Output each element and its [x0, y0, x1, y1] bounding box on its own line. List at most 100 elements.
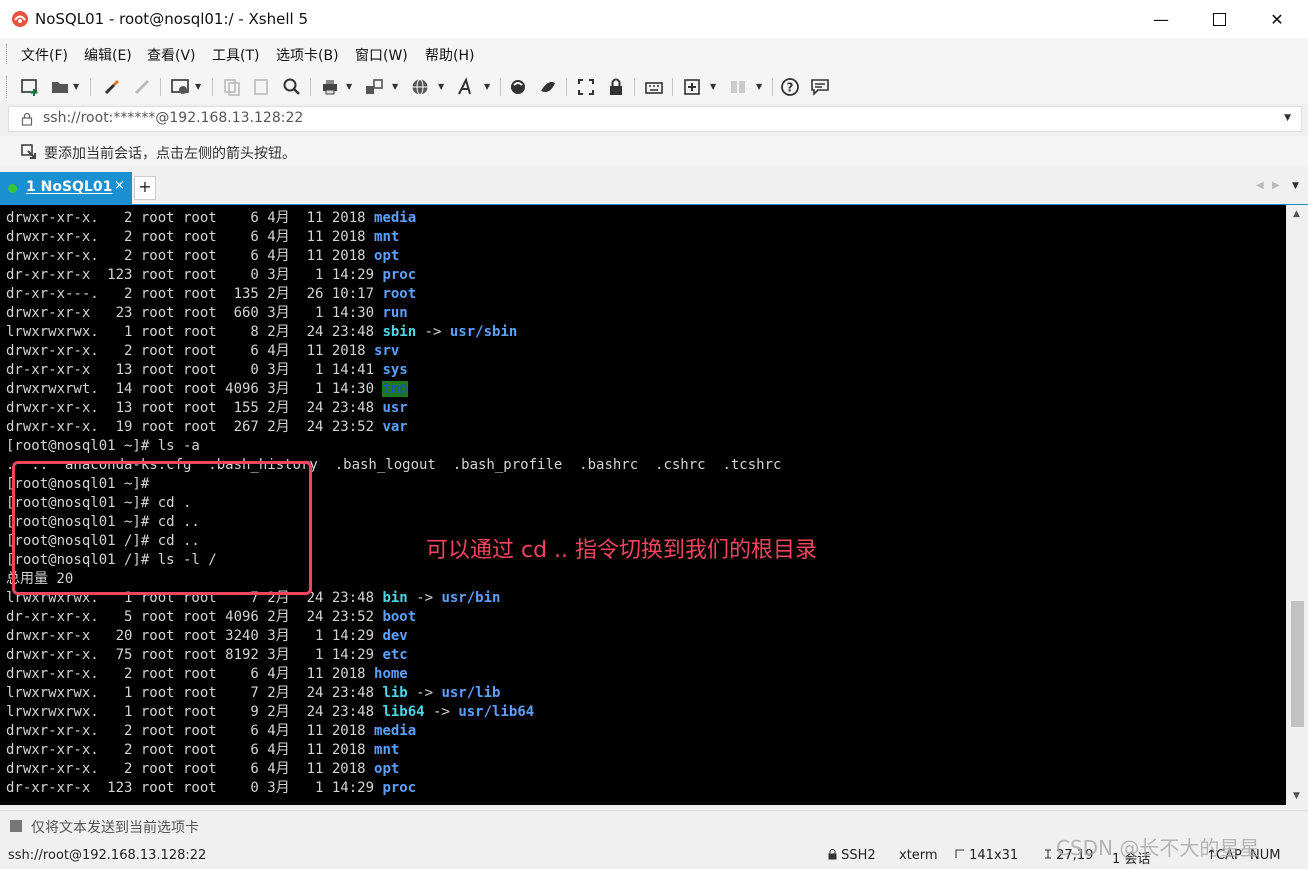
toolbar-grip — [6, 76, 10, 98]
transfer-icon[interactable] — [364, 77, 384, 97]
scroll-down-icon[interactable]: ▼ — [1293, 791, 1300, 801]
menu-window[interactable]: 窗口(W) — [355, 45, 408, 65]
fullscreen-icon[interactable] — [576, 77, 596, 97]
tab-scroll-left-icon[interactable]: ◀ — [1256, 180, 1264, 191]
connect-icon[interactable] — [102, 77, 122, 97]
terminal-line-text: lrwxrwxrwx. 1 root root 7 2月 24 23:48 — [6, 685, 383, 701]
terminal-line-text: drwxr-xr-x. 75 root root 8192 3月 1 14:29 — [6, 647, 383, 663]
open-folder-icon[interactable] — [50, 77, 70, 97]
hint-text: 要添加当前会话，点击左侧的箭头按钮。 — [44, 146, 296, 162]
terminal-scrollbar[interactable]: ▲ ▼ — [1287, 205, 1308, 805]
keyboard-icon[interactable] — [644, 77, 664, 97]
terminal-line: dr-xr-xr-x 123 root root 0 3月 1 14:29 pr… — [6, 266, 416, 285]
watermark: CSDN @长不大的星星 — [1056, 836, 1260, 860]
close-window-button[interactable]: ✕ — [1248, 0, 1306, 38]
directory-name: tmp — [382, 381, 408, 397]
terminal-line: drwxr-xr-x 23 root root 660 3月 1 14:30 r… — [6, 304, 408, 323]
session-properties-icon[interactable] — [170, 77, 190, 97]
tab-scroll-right-icon[interactable]: ▶ — [1272, 180, 1280, 191]
toolbar-separator — [772, 78, 773, 96]
open-dropdown-icon[interactable]: ▼ — [73, 82, 79, 91]
terminal-line-text: drwxr-xr-x. 2 root root 6 4月 11 2018 — [6, 761, 375, 777]
terminal-line: drwxr-xr-x. 2 root root 6 4月 11 2018 srv — [6, 342, 399, 361]
font-dropdown-icon[interactable]: ▼ — [484, 82, 490, 91]
toolbar-separator — [634, 78, 635, 96]
address-bar[interactable]: ssh://root:******@192.168.13.128:22 ▼ — [8, 106, 1302, 132]
send-bar-text[interactable]: 仅将文本发送到当前选项卡 — [31, 817, 199, 837]
disconnect-icon[interactable] — [132, 77, 152, 97]
tab-list-dropdown-icon[interactable]: ▼ — [1292, 181, 1299, 191]
status-protocol-text: SSH2 — [841, 848, 876, 863]
globe-icon[interactable] — [410, 77, 430, 97]
directory-name: proc — [382, 267, 417, 283]
send-menu-icon[interactable] — [10, 820, 22, 832]
terminal-line: drwxr-xr-x. 2 root root 6 4月 11 2018 mnt — [6, 741, 399, 760]
add-tab-dropdown-icon[interactable]: ▼ — [710, 82, 716, 91]
scroll-thumb[interactable] — [1291, 601, 1304, 727]
maximize-button[interactable] — [1190, 0, 1248, 38]
terminal-line-text: drwxr-xr-x. 13 root root 155 2月 24 23:48 — [6, 400, 383, 416]
globe-dropdown-icon[interactable]: ▼ — [438, 82, 444, 91]
xftp-icon[interactable] — [508, 77, 528, 97]
menu-tabs[interactable]: 选项卡(B) — [276, 45, 339, 65]
paste-icon[interactable] — [252, 77, 272, 97]
directory-name: run — [382, 305, 408, 321]
print-dropdown-icon[interactable]: ▼ — [346, 82, 352, 91]
menu-edit[interactable]: 编辑(E) — [84, 45, 132, 65]
menu-file[interactable]: 文件(F) — [21, 45, 68, 65]
layout-icon[interactable] — [728, 77, 748, 97]
status-connection: ssh://root@192.168.13.128:22 — [8, 848, 207, 863]
terminal-line: lrwxrwxrwx. 1 root root 7 2月 24 23:48 li… — [6, 684, 500, 703]
directory-name: mnt — [374, 742, 400, 758]
symlink-arrow: -> — [407, 685, 442, 701]
address-dropdown-icon[interactable]: ▼ — [1284, 113, 1291, 123]
copy-icon[interactable] — [222, 77, 242, 97]
new-tab-button[interactable]: + — [134, 176, 156, 200]
menu-bar: 文件(F) 编辑(E) 查看(V) 工具(T) 选项卡(B) 窗口(W) 帮助(… — [0, 38, 1308, 68]
scroll-up-icon[interactable]: ▲ — [1293, 209, 1300, 219]
font-icon[interactable] — [456, 77, 476, 97]
toolbar-separator — [90, 78, 91, 96]
tab-close-icon[interactable]: × — [114, 178, 125, 193]
tab-nosql01[interactable]: 1 NoSQL01 × — [0, 172, 132, 204]
minimize-button[interactable]: — — [1132, 0, 1190, 38]
new-session-icon[interactable] — [20, 77, 40, 97]
symlink-target: usr/lib — [441, 685, 501, 701]
toolbar: ▼ ▼ ▼ ▼ ▼ ▼ ▼ ▼ ? — [0, 68, 1308, 104]
terminal-line: drwxr-xr-x. 75 root root 8192 3月 1 14:29… — [6, 646, 408, 665]
symlink-name: lib — [382, 685, 408, 701]
tab-label[interactable]: 1 NoSQL01 — [26, 179, 112, 195]
connected-status-icon — [8, 184, 17, 193]
chat-icon[interactable] — [810, 77, 830, 97]
menu-help[interactable]: 帮助(H) — [425, 45, 474, 65]
terminal-line-text: [root@nosql01 ~]# ls -a — [6, 438, 200, 454]
add-session-arrow-icon[interactable] — [20, 143, 38, 161]
transfer-dropdown-icon[interactable]: ▼ — [392, 82, 398, 91]
annotation-text: 可以通过 cd .. 指令切换到我们的根目录 — [426, 538, 818, 563]
xmanager-icon[interactable] — [538, 77, 558, 97]
menu-grip — [6, 44, 10, 64]
symlink-name: lib64 — [382, 704, 425, 720]
terminal-line-text: drwxrwxrwt. 14 root root 4096 3月 1 14:30 — [6, 381, 383, 397]
add-tab-icon[interactable] — [682, 77, 702, 97]
menu-tools[interactable]: 工具(T) — [212, 45, 259, 65]
close-icon: ✕ — [1270, 9, 1284, 29]
print-icon[interactable] — [320, 77, 340, 97]
find-icon[interactable] — [282, 77, 302, 97]
terminal-line: drwxr-xr-x. 2 root root 6 4月 11 2018 hom… — [6, 665, 408, 684]
help-icon[interactable]: ? — [780, 77, 800, 97]
symlink-target: usr/sbin — [449, 324, 518, 340]
lock-icon — [828, 849, 837, 860]
terminal-line: lrwxrwxrwx. 1 root root 8 2月 24 23:48 sb… — [6, 323, 517, 342]
lock-screen-icon[interactable] — [606, 77, 626, 97]
layout-dropdown-icon[interactable]: ▼ — [756, 82, 762, 91]
directory-name: usr — [382, 400, 408, 416]
status-protocol: SSH2 — [828, 848, 876, 863]
xshell-logo-icon — [12, 11, 28, 27]
cursor-position-icon — [1045, 849, 1051, 859]
directory-name: proc — [382, 780, 417, 796]
address-text[interactable]: ssh://root:******@192.168.13.128:22 — [43, 110, 303, 126]
properties-dropdown-icon[interactable]: ▼ — [195, 82, 201, 91]
directory-name: sys — [382, 362, 408, 378]
menu-view[interactable]: 查看(V) — [147, 45, 196, 65]
